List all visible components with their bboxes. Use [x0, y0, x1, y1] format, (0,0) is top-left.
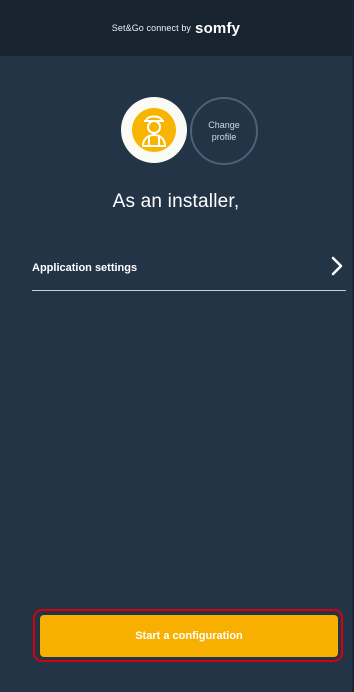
brand-prefix: Set&Go connect by: [111, 23, 192, 33]
application-settings-item[interactable]: Application settings: [32, 248, 346, 291]
change-profile-button[interactable]: Change profile: [190, 97, 258, 165]
app-header: Set&Go connect by somfy: [0, 0, 352, 56]
application-settings-label: Application settings: [32, 262, 138, 274]
change-profile-line2: profile: [211, 132, 237, 142]
chevron-right-icon: [331, 256, 343, 276]
profile-section: Change profile: [0, 97, 352, 165]
change-profile-label: Change profile: [208, 119, 240, 143]
somfy-logo: somfy: [195, 19, 241, 37]
start-configuration-button[interactable]: Start a configuration: [40, 615, 338, 657]
change-profile-line1: Change: [208, 120, 240, 130]
installer-icon: [132, 108, 176, 152]
app-screen: Set&Go connect by somfy Change profile A…: [0, 0, 354, 692]
installer-avatar: [121, 97, 187, 163]
role-headline: As an installer,: [112, 191, 240, 212]
